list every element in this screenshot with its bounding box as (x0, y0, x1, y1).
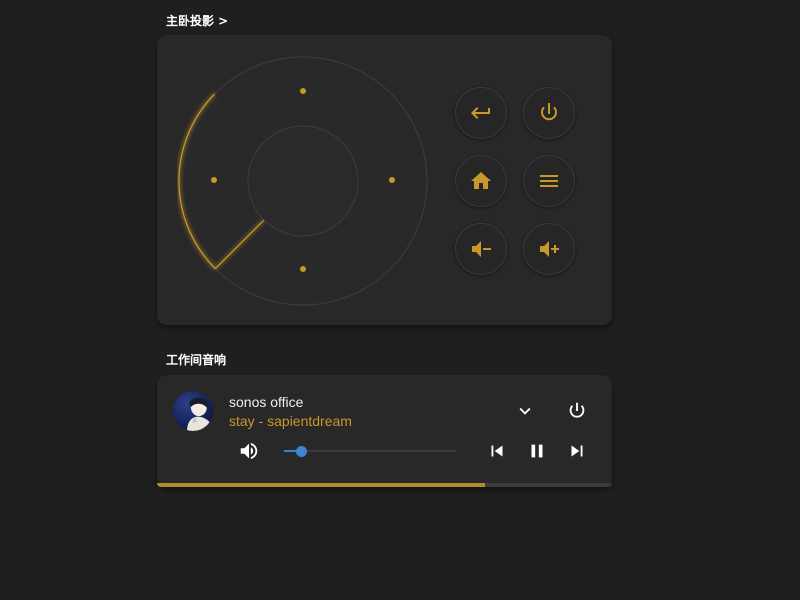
dpad-right-dot (389, 177, 395, 183)
menu-icon (540, 175, 558, 187)
menu-button[interactable] (523, 155, 575, 207)
expand-button[interactable] (511, 397, 539, 425)
pause-icon (531, 444, 543, 458)
track-info: stay - sapientdream (229, 413, 352, 429)
return-icon (471, 107, 490, 119)
player-name: sonos office (229, 394, 304, 410)
album-art (173, 391, 213, 431)
volume-track (284, 450, 456, 452)
volume-slider[interactable] (284, 443, 456, 459)
playback-progress[interactable] (157, 483, 612, 487)
pause-button[interactable] (523, 437, 551, 465)
speaker-section-title[interactable]: 工作间音响 (166, 351, 226, 368)
dpad-up-dot (300, 88, 306, 94)
previous-track-button[interactable] (483, 437, 511, 465)
volume-icon (240, 442, 258, 460)
chevron-down-icon (519, 407, 531, 415)
volume-minus-icon (472, 241, 491, 257)
dpad-ok-button[interactable] (247, 125, 359, 237)
media-player-card (157, 375, 612, 487)
volume-up-button[interactable] (523, 223, 575, 275)
remote-section-title[interactable]: 主卧投影 > (166, 12, 228, 29)
volume-plus-icon (540, 241, 559, 257)
dpad-left-dot (211, 177, 217, 183)
next-track-button[interactable] (563, 437, 591, 465)
power-icon (569, 402, 585, 418)
dpad (177, 55, 429, 307)
volume-thumb[interactable] (296, 446, 308, 457)
mute-button[interactable] (235, 437, 263, 465)
skip-next-icon (571, 445, 583, 457)
power-button[interactable] (523, 87, 575, 139)
home-button[interactable] (455, 155, 507, 207)
speaker-power-button[interactable] (563, 397, 591, 425)
back-button[interactable] (455, 87, 507, 139)
volume-down-button[interactable] (455, 223, 507, 275)
home-icon (471, 172, 491, 189)
power-icon (541, 103, 557, 121)
dpad-down-dot (300, 266, 306, 272)
playback-progress-fill (157, 483, 485, 487)
skip-previous-icon (491, 445, 503, 457)
